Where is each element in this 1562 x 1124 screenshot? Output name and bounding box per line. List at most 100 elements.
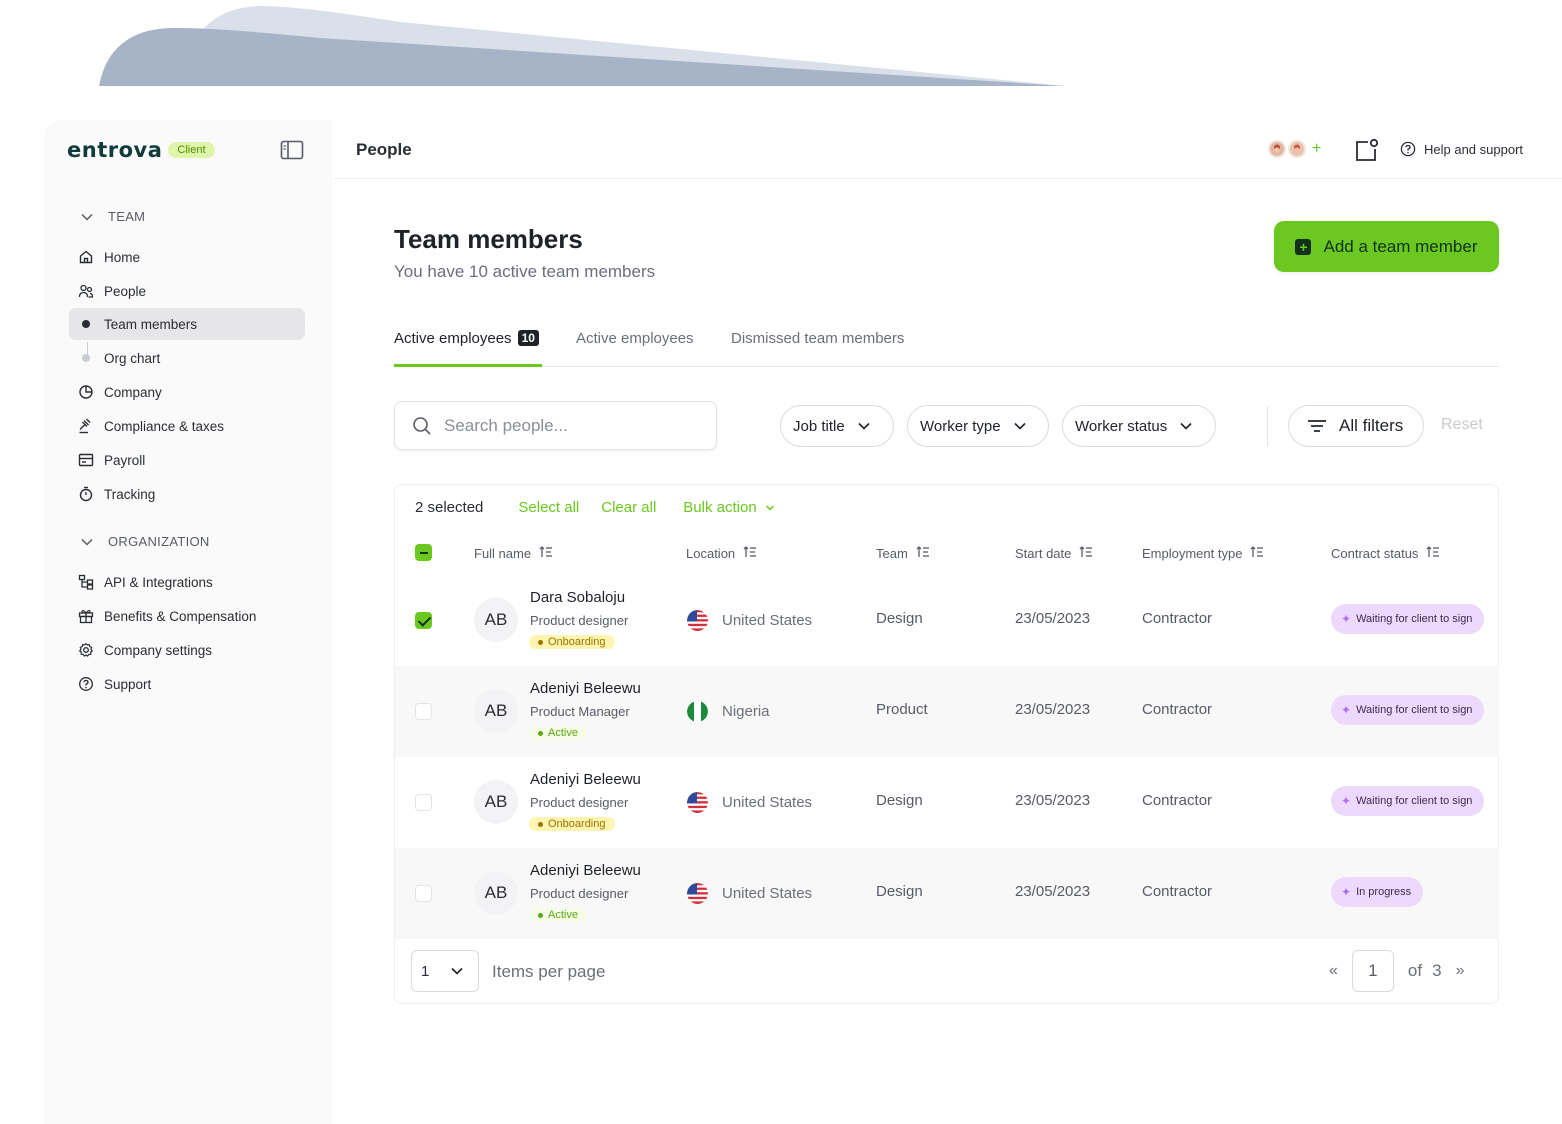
next-page-button[interactable]: » <box>1456 962 1465 980</box>
location-label: Nigeria <box>722 703 770 720</box>
contract-status-label: Waiting for client to sign <box>1356 704 1473 716</box>
active-bullet-icon <box>82 320 90 328</box>
sidebar-item-home[interactable]: Home <box>69 241 305 273</box>
column-header-team[interactable]: Team <box>876 545 930 562</box>
location-cell: Nigeria <box>687 701 770 722</box>
filter-job-title[interactable]: Job title <box>780 405 894 447</box>
filter-label: Worker status <box>1075 417 1168 435</box>
filter-worker-status[interactable]: Worker status <box>1062 405 1216 447</box>
help-icon <box>1400 141 1416 157</box>
worker-status-label: Onboarding <box>548 818 606 830</box>
location-label: United States <box>722 612 813 629</box>
sidebar-item-label: Team members <box>104 316 198 332</box>
tab-active-employees[interactable]: Active employees 10 <box>394 330 542 367</box>
help-and-support-link[interactable]: Help and support <box>1400 141 1523 157</box>
sidebar-item-support[interactable]: Support <box>69 668 305 700</box>
column-label: Full name <box>474 546 532 561</box>
select-all-link[interactable]: Select all <box>518 499 579 516</box>
ng-flag-icon <box>687 701 708 722</box>
table-row[interactable]: AB Adeniyi Beleewu Product designer Onbo… <box>395 757 1499 848</box>
sidebar-item-compliance[interactable]: Compliance & taxes <box>69 410 305 442</box>
row-checkbox[interactable] <box>415 794 432 811</box>
search-box <box>394 401 717 450</box>
reset-button[interactable]: Reset <box>1441 416 1483 434</box>
decorative-banner <box>99 6 1065 86</box>
team-cell: Design <box>876 792 923 809</box>
tab-dismissed-team-members[interactable]: Dismissed team members <box>731 330 904 367</box>
all-filters-button[interactable]: All filters <box>1288 405 1424 447</box>
add-team-member-button[interactable]: + Add a team member <box>1274 221 1499 272</box>
selected-count: 2 selected <box>415 499 484 516</box>
filter-label: Worker type <box>920 417 1001 435</box>
collaborator-avatars[interactable]: + <box>1266 138 1321 160</box>
sidebar-item-company-settings[interactable]: Company settings <box>69 634 305 666</box>
sidebar-item-api[interactable]: API & Integrations <box>69 566 305 598</box>
filter-worker-type[interactable]: Worker type <box>907 405 1049 447</box>
sidebar-item-team-members[interactable]: Team members <box>69 308 305 340</box>
items-per-page-select[interactable]: 1 <box>411 950 479 992</box>
section-title: Team members <box>394 224 583 254</box>
clear-all-link[interactable]: Clear all <box>601 499 656 516</box>
column-header-location[interactable]: Location <box>686 545 757 562</box>
user-avatar-icon <box>1290 142 1304 156</box>
chevron-down-icon <box>858 422 870 430</box>
gift-icon <box>78 609 94 624</box>
section-team[interactable]: TEAM <box>80 209 145 224</box>
sidebar-item-label: Compliance & taxes <box>104 418 225 434</box>
select-all-checkbox[interactable] <box>415 544 432 561</box>
column-header-full-name[interactable]: Full name <box>474 545 553 562</box>
sidebar-item-benefits[interactable]: Benefits & Compensation <box>69 600 305 632</box>
worker-status-badge: Onboarding <box>529 635 615 649</box>
notification-icon[interactable] <box>1354 137 1380 163</box>
sparkle-icon: ✦ <box>1341 885 1352 899</box>
sidebar-item-people[interactable]: People <box>69 275 305 307</box>
section-team-label: TEAM <box>108 209 146 224</box>
page-title: People <box>356 140 412 159</box>
status-dot-icon <box>538 821 543 827</box>
column-header-employment-type[interactable]: Employment type <box>1142 545 1264 562</box>
sort-icon <box>743 545 757 562</box>
contract-status-label: In progress <box>1356 886 1412 898</box>
table-row[interactable]: AB Dara Sobaloju Product designer Onboar… <box>395 575 1499 666</box>
filter-label: Job title <box>793 417 845 435</box>
tab-active-employees-secondary[interactable]: Active employees <box>576 330 694 367</box>
chevron-down-icon <box>765 504 774 511</box>
add-button-label: Add a team member <box>1323 236 1478 256</box>
sort-icon <box>916 545 930 562</box>
current-page-input[interactable] <box>1351 950 1394 992</box>
section-organization[interactable]: ORGANIZATION <box>80 534 210 549</box>
sidebar-item-company[interactable]: Company <box>69 376 305 408</box>
column-label: Team <box>876 546 908 561</box>
search-icon <box>413 416 431 435</box>
sidebar-item-payroll[interactable]: Payroll <box>69 444 305 476</box>
sort-icon <box>1079 545 1093 562</box>
avatar: AB <box>474 871 518 915</box>
sidebar-item-org-chart[interactable]: Org chart <box>69 342 305 374</box>
employee-name: Adeniyi Beleewu <box>530 771 641 788</box>
sidebar-item-label: People <box>104 283 147 299</box>
contract-status-badge: ✦ Waiting for client to sign <box>1331 786 1485 816</box>
table-row[interactable]: AB Adeniyi Beleewu Product Manager Activ… <box>395 666 1499 757</box>
sidebar: entrova Client TEAM Home People Team mem… <box>44 120 332 1124</box>
column-header-start-date[interactable]: Start date <box>1015 545 1093 562</box>
sidebar-collapse-icon[interactable] <box>280 140 304 160</box>
items-per-page-label: Items per page <box>492 962 606 981</box>
table-row[interactable]: AB Adeniyi Beleewu Product designer Acti… <box>395 848 1499 939</box>
row-checkbox[interactable] <box>415 612 432 629</box>
search-input[interactable] <box>444 415 694 436</box>
selection-toolbar: 2 selected Select all Clear all Bulk act… <box>415 499 775 516</box>
stopwatch-icon <box>79 486 93 502</box>
sidebar-item-tracking[interactable]: Tracking <box>69 478 305 510</box>
add-collaborator-icon[interactable]: + <box>1312 140 1321 158</box>
previous-page-button[interactable]: « <box>1329 962 1338 980</box>
chevron-down-icon <box>451 967 463 975</box>
employee-name: Adeniyi Beleewu <box>530 862 641 879</box>
row-checkbox[interactable] <box>415 885 432 902</box>
bulk-action-label: Bulk action <box>683 499 757 516</box>
bulk-action-dropdown[interactable]: Bulk action <box>683 499 774 516</box>
worker-status-label: Active <box>548 909 578 921</box>
contract-status-label: Waiting for client to sign <box>1356 795 1473 807</box>
row-checkbox[interactable] <box>415 703 432 720</box>
column-header-contract-status[interactable]: Contract status <box>1331 545 1440 562</box>
team-cell: Design <box>876 883 923 900</box>
